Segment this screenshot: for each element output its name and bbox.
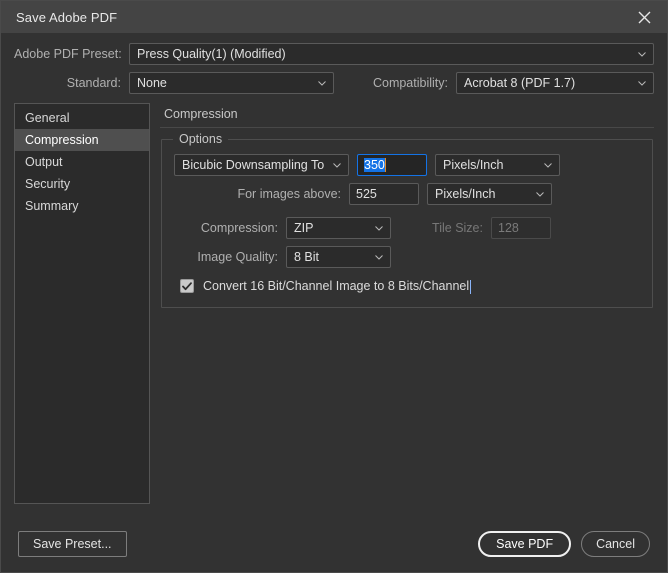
cancel-button[interactable]: Cancel [581, 531, 650, 557]
standard-compat-row: Standard: None Compatibility: Acrobat 8 … [14, 72, 654, 94]
sidebar-item-label: Output [25, 155, 63, 169]
dialog-footer: Save Preset... Save PDF Cancel [1, 516, 667, 572]
image-quality-value: 8 Bit [294, 250, 320, 264]
chevron-down-icon [318, 81, 326, 86]
sidebar-item-label: Security [25, 177, 71, 191]
chevron-down-icon [638, 81, 646, 86]
preset-row: Adobe PDF Preset: Press Quality(1) (Modi… [14, 43, 654, 65]
downsample-unit-value: Pixels/Inch [443, 158, 504, 172]
for-images-above-unit-value: Pixels/Inch [435, 187, 496, 201]
cancel-label: Cancel [596, 537, 635, 551]
tile-size-value: 128 [498, 221, 519, 235]
chevron-down-icon [375, 255, 383, 260]
sidebar-item-label: Compression [25, 133, 99, 147]
convert-bit-depth-checkbox[interactable] [180, 279, 194, 293]
image-quality-row: Image Quality: 8 Bit [174, 246, 642, 268]
sidebar-item-label: General [25, 111, 70, 125]
sidebar-item-general[interactable]: General [15, 107, 149, 129]
for-images-above-input[interactable]: 525 [349, 183, 419, 205]
for-images-above-row: For images above: 525 Pixels/Inch [174, 183, 642, 205]
text-cursor [470, 280, 472, 294]
convert-bit-depth-row[interactable]: Convert 16 Bit/Channel Image to 8 Bits/C… [180, 279, 642, 294]
text-cursor [384, 158, 386, 172]
downsample-method-value: Bicubic Downsampling To [182, 158, 325, 172]
save-adobe-pdf-dialog: Save Adobe PDF Adobe PDF Preset: Press Q… [0, 0, 668, 573]
standard-label: Standard: [66, 76, 121, 90]
compression-select[interactable]: ZIP [286, 217, 391, 239]
for-images-above-value: 525 [356, 187, 377, 201]
downsample-method-select[interactable]: Bicubic Downsampling To [174, 154, 349, 176]
compression-value: ZIP [294, 221, 314, 235]
compatibility-label: Compatibility: [372, 76, 448, 90]
convert-bit-depth-label: Convert 16 Bit/Channel Image to 8 Bits/C… [203, 279, 472, 294]
save-pdf-label: Save PDF [496, 537, 554, 551]
options-groupbox: Options Bicubic Downsampling To 350 Pixe… [161, 132, 653, 308]
save-preset-label: Save Preset... [33, 537, 112, 551]
save-pdf-button[interactable]: Save PDF [478, 531, 572, 557]
tile-size-input: 128 [491, 217, 551, 239]
adobe-pdf-preset-value: Press Quality(1) (Modified) [137, 47, 286, 61]
compression-label: Compression: [200, 221, 278, 235]
compatibility-select[interactable]: Acrobat 8 (PDF 1.7) [456, 72, 654, 94]
panel-divider [160, 127, 654, 128]
chevron-down-icon [638, 52, 646, 57]
dialog-header-fields: Adobe PDF Preset: Press Quality(1) (Modi… [1, 33, 667, 103]
compression-row: Compression: ZIP Tile Size: 128 [174, 217, 642, 239]
tile-size-label: Tile Size: [432, 221, 483, 235]
standard-value: None [137, 76, 167, 90]
for-images-above-label: For images above: [237, 187, 341, 201]
for-images-above-unit-select[interactable]: Pixels/Inch [427, 183, 552, 205]
chevron-down-icon [333, 163, 341, 168]
downsample-row: Bicubic Downsampling To 350 Pixels/Inch [174, 154, 642, 176]
image-quality-label: Image Quality: [197, 250, 278, 264]
image-quality-select[interactable]: 8 Bit [286, 246, 391, 268]
sidebar-item-label: Summary [25, 199, 79, 213]
sidebar-item-output[interactable]: Output [15, 151, 149, 173]
adobe-pdf-preset-select[interactable]: Press Quality(1) (Modified) [129, 43, 654, 65]
dialog-body: General Compression Output Security Summ… [1, 103, 667, 516]
footer-actions: Save PDF Cancel [478, 531, 650, 557]
panel-title: Compression [164, 107, 238, 121]
convert-bit-depth-text: Convert 16 Bit/Channel Image to 8 Bits/C… [203, 279, 470, 293]
sidebar-item-summary[interactable]: Summary [15, 195, 149, 217]
sidebar-item-compression[interactable]: Compression [15, 129, 149, 151]
compatibility-value: Acrobat 8 (PDF 1.7) [464, 76, 576, 90]
options-group-label: Options [173, 132, 229, 146]
chevron-down-icon [536, 192, 544, 197]
dialog-titlebar: Save Adobe PDF [1, 1, 667, 33]
downsample-resolution-value: 350 [364, 158, 385, 172]
compression-panel: Compression Options Bicubic Downsampling… [160, 103, 654, 504]
preset-label: Adobe PDF Preset: [14, 47, 122, 61]
settings-category-list: General Compression Output Security Summ… [14, 103, 150, 504]
downsample-resolution-input[interactable]: 350 [357, 154, 427, 176]
close-icon[interactable] [621, 1, 667, 33]
standard-select[interactable]: None [129, 72, 334, 94]
downsample-unit-select[interactable]: Pixels/Inch [435, 154, 560, 176]
dialog-title: Save Adobe PDF [16, 9, 118, 25]
chevron-down-icon [375, 226, 383, 231]
sidebar-item-security[interactable]: Security [15, 173, 149, 195]
save-preset-button[interactable]: Save Preset... [18, 531, 127, 557]
chevron-down-icon [544, 163, 552, 168]
